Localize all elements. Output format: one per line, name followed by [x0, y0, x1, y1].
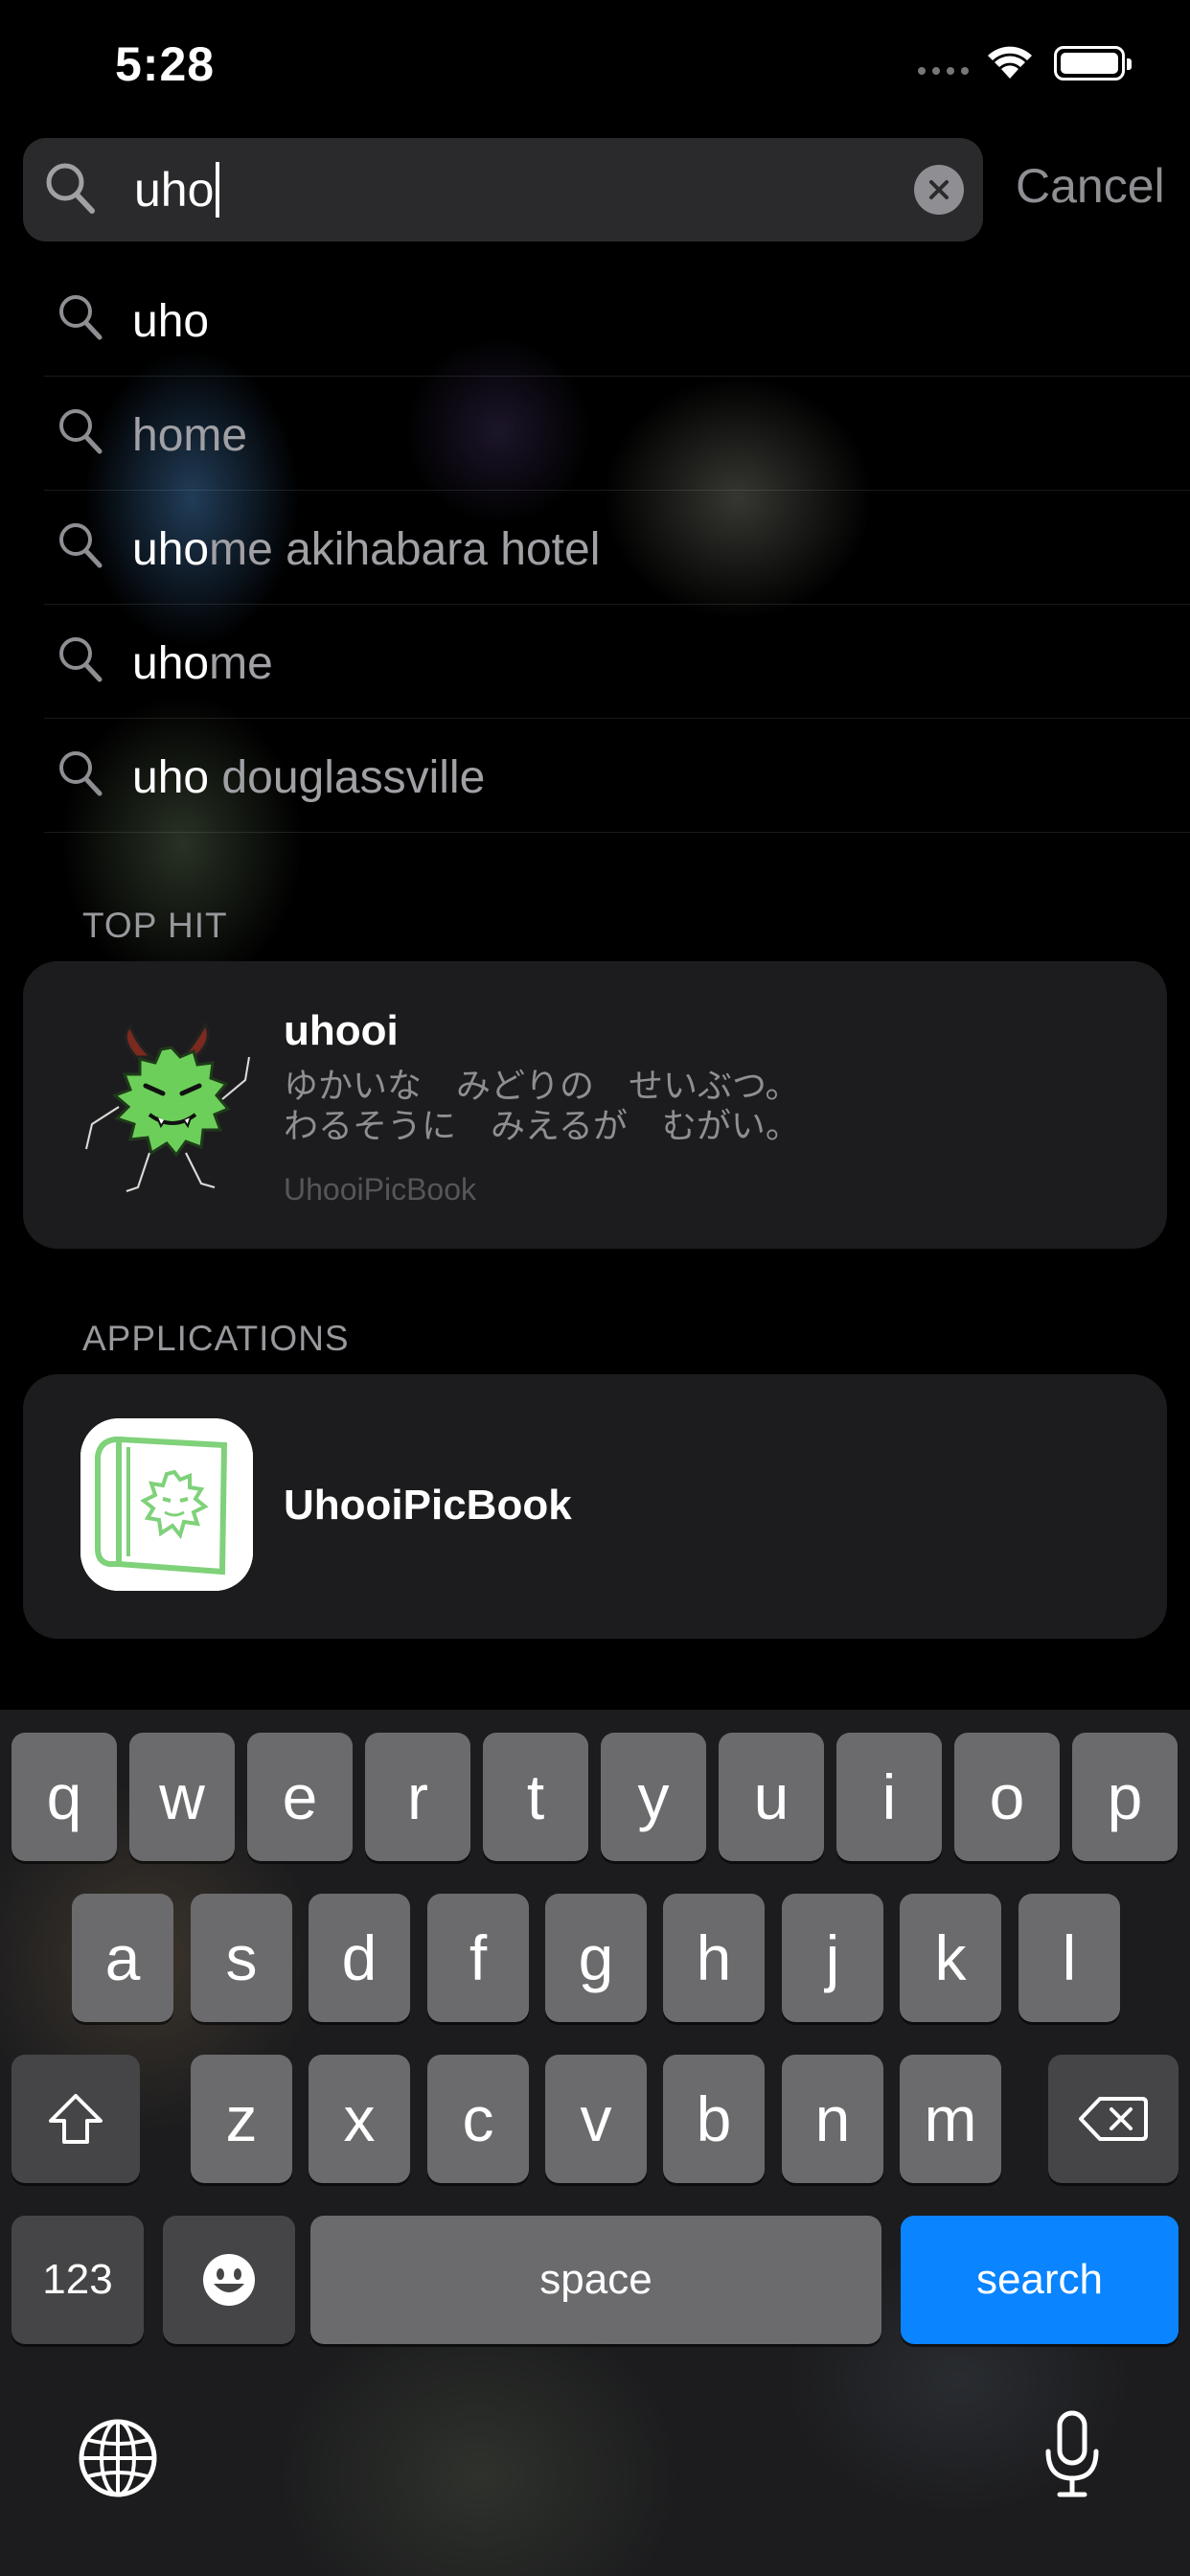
key-b[interactable]: b — [663, 2055, 765, 2183]
application-result-card[interactable]: UhooiPicBook — [23, 1374, 1167, 1639]
key-n[interactable]: n — [782, 2055, 883, 2183]
screen: 5:28 uho Cancel uho home uhome akihabara… — [0, 0, 1190, 2576]
top-hit-description-line: わるそうに みえるが むがい。 — [284, 1107, 800, 1146]
suggestion-highlight: uho — [132, 638, 210, 689]
key-y[interactable]: y — [601, 1733, 706, 1861]
applications-header: APPLICATIONS — [82, 1319, 350, 1358]
suggestion-highlight: uho — [132, 524, 210, 575]
key-i[interactable]: i — [836, 1733, 942, 1861]
key-p[interactable]: p — [1072, 1733, 1178, 1861]
search-icon — [59, 637, 103, 682]
shift-icon — [49, 2094, 103, 2144]
suggestion-item[interactable]: home — [44, 377, 1190, 491]
suggestion-item[interactable]: uhome akihabara hotel — [44, 491, 1190, 605]
app-name: UhooiPicBook — [284, 1482, 572, 1529]
clear-button[interactable] — [914, 165, 964, 215]
search-bar[interactable]: uho — [23, 138, 983, 242]
status-time: 5:28 — [115, 37, 216, 91]
key-t[interactable]: t — [483, 1733, 588, 1861]
backspace-key[interactable] — [1048, 2055, 1179, 2183]
suggestion-item[interactable]: uho — [44, 263, 1190, 377]
picture-book-icon — [80, 1418, 253, 1591]
search-icon — [59, 295, 103, 340]
search-key[interactable]: search — [901, 2216, 1179, 2344]
search-query: uho — [134, 163, 215, 217]
cellular-signal-icon — [918, 67, 969, 75]
key-o[interactable]: o — [954, 1733, 1060, 1861]
key-v[interactable]: v — [545, 2055, 647, 2183]
search-icon — [59, 409, 103, 454]
key-k[interactable]: k — [900, 1894, 1001, 2022]
key-j[interactable]: j — [782, 1894, 883, 2022]
search-icon — [59, 523, 103, 568]
wifi-icon — [988, 46, 1032, 79]
text-caret — [216, 162, 220, 218]
clear-icon — [929, 180, 949, 199]
key-q[interactable]: q — [11, 1733, 117, 1861]
key-h[interactable]: h — [663, 1894, 765, 2022]
suggestion-item[interactable]: uho douglassville — [44, 719, 1190, 833]
key-g[interactable]: g — [545, 1894, 647, 2022]
key-m[interactable]: m — [900, 2055, 1001, 2183]
key-r[interactable]: r — [365, 1733, 470, 1861]
key-e[interactable]: e — [247, 1733, 353, 1861]
status-bar: 5:28 — [0, 0, 1190, 134]
suggestion-highlight: uho — [132, 752, 210, 803]
microphone-icon[interactable] — [1042, 2409, 1102, 2499]
numbers-key[interactable]: 123 — [11, 2216, 144, 2344]
battery-icon — [1054, 46, 1132, 80]
emoji-key[interactable] — [163, 2216, 295, 2344]
monster-thumbnail-icon — [84, 1022, 251, 1193]
key-a[interactable]: a — [72, 1894, 173, 2022]
key-d[interactable]: d — [309, 1894, 410, 2022]
suggestion-rest: me — [209, 638, 273, 689]
top-hit-description-line: ゆかいな みどりの せいぶつ。 — [284, 1067, 800, 1106]
key-z[interactable]: z — [191, 2055, 292, 2183]
globe-icon[interactable] — [77, 2417, 159, 2499]
shift-key[interactable] — [11, 2055, 140, 2183]
key-w[interactable]: w — [129, 1733, 235, 1861]
backspace-icon — [1079, 2097, 1148, 2141]
cancel-button[interactable]: Cancel — [1016, 158, 1165, 214]
top-hit-title: uhooi — [284, 1007, 399, 1054]
keyboard: q w e r t y u i o p a s d f g h j k l z … — [0, 1710, 1190, 2576]
suggestion-rest: douglassville — [209, 752, 486, 803]
space-key[interactable]: space — [310, 2216, 881, 2344]
key-s[interactable]: s — [191, 1894, 292, 2022]
top-hit-source: UhooiPicBook — [284, 1172, 476, 1207]
key-u[interactable]: u — [719, 1733, 824, 1861]
app-icon — [80, 1418, 253, 1591]
key-c[interactable]: c — [427, 2055, 529, 2183]
suggestion-list: uho home uhome akihabara hotel uhome uho… — [44, 263, 1190, 833]
key-l[interactable]: l — [1018, 1894, 1120, 2022]
top-hit-header: TOP HIT — [82, 906, 228, 945]
key-f[interactable]: f — [427, 1894, 529, 2022]
top-hit-card[interactable]: uhooi ゆかいな みどりの せいぶつ。 わるそうに みえるが むがい。 Uho… — [23, 961, 1167, 1249]
emoji-icon — [203, 2254, 255, 2306]
search-icon — [46, 163, 95, 214]
key-x[interactable]: x — [309, 2055, 410, 2183]
search-icon — [59, 751, 103, 796]
suggestion-highlight: uho — [132, 296, 210, 347]
suggestion-item[interactable]: uhome — [44, 605, 1190, 719]
search-input[interactable]: uho — [134, 159, 220, 220]
suggestion-rest: home — [132, 410, 248, 461]
suggestion-rest: me akihabara hotel — [209, 524, 601, 575]
top-hit-description: ゆかいな みどりの せいぶつ。 わるそうに みえるが むがい。 — [284, 1067, 800, 1147]
